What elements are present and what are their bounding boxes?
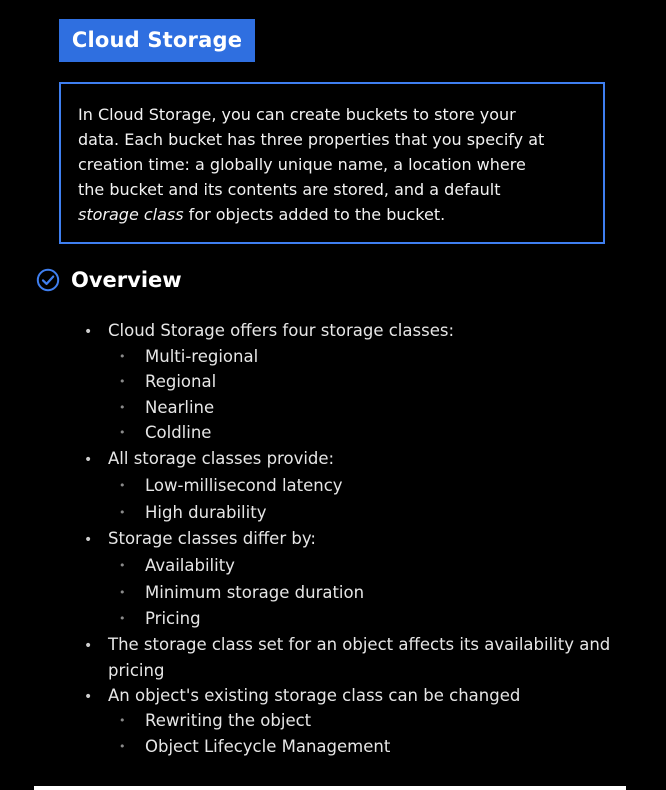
list-item-text: All storage classes provide: — [108, 449, 335, 468]
sub-list-item-text: Minimum storage duration — [145, 583, 365, 602]
sub-list-item: • Pricing — [119, 609, 201, 628]
intro-line-last: storage class for objects added to the b… — [78, 202, 589, 227]
list-item-text: pricing — [108, 661, 165, 680]
list-item: • Cloud Storage offers four storage class… — [84, 321, 455, 340]
intro-line: In Cloud Storage, you can create buckets… — [78, 105, 516, 124]
bottom-divider — [34, 786, 626, 790]
intro-line: the bucket and its contents are stored, … — [78, 180, 501, 199]
intro-box: In Cloud Storage, you can create buckets… — [59, 82, 605, 244]
sub-list-item-text: Multi-regional — [145, 347, 259, 366]
sub-list-item: • Nearline — [119, 398, 215, 417]
sub-list-item-text: Rewriting the object — [145, 711, 312, 730]
list-item-text: The storage class set for an object affe… — [108, 635, 611, 654]
page-title: Cloud Storage — [59, 19, 255, 62]
sub-list-item: • Regional — [119, 372, 217, 391]
sub-list-item: • Coldline — [119, 423, 212, 442]
list-item-text: An object's existing storage class can b… — [108, 686, 521, 705]
list-item: • All storage classes provide: — [84, 449, 335, 468]
sub-list-item: • Multi-regional — [119, 347, 259, 366]
sub-list-item-text: Pricing — [145, 609, 201, 628]
sub-list-item-text: High durability — [145, 503, 267, 522]
sub-list-item: • Rewriting the object — [119, 711, 312, 730]
sub-list-item-text: Coldline — [145, 423, 212, 442]
list-item-text: Storage classes differ by: — [108, 529, 316, 548]
check-circle-icon — [36, 268, 60, 292]
list-item: • An object's existing storage class can … — [84, 686, 521, 705]
sub-list-item: • Low-millisecond latency — [119, 476, 343, 495]
sub-list-item: • Object Lifecycle Management — [119, 737, 391, 756]
intro-line-rest: for objects added to the bucket. — [183, 205, 446, 224]
sub-list-item-text: Object Lifecycle Management — [145, 737, 391, 756]
intro-line: data. Each bucket has three properties t… — [78, 130, 545, 149]
sub-list-item: • High durability — [119, 503, 267, 522]
sub-list-item-text: Regional — [145, 372, 217, 391]
list-item-continuation: pricing — [84, 661, 164, 680]
sub-list-item: • Minimum storage duration — [119, 583, 365, 602]
sub-list-item-text: Availability — [145, 556, 235, 575]
intro-line: creation time: a globally unique name, a… — [78, 155, 526, 174]
intro-italic-term: storage class — [78, 205, 184, 224]
overview-heading: Overview — [71, 268, 182, 292]
sub-list-item-text: Nearline — [145, 398, 215, 417]
sub-list-item-text: Low-millisecond latency — [145, 476, 343, 495]
list-item: • Storage classes differ by: — [84, 529, 316, 548]
sub-list-item: • Availability — [119, 556, 235, 575]
list-item-text: Cloud Storage offers four storage classe… — [108, 321, 455, 340]
overview-header: Overview — [36, 265, 182, 295]
list-item: • The storage class set for an object aff… — [84, 635, 611, 654]
